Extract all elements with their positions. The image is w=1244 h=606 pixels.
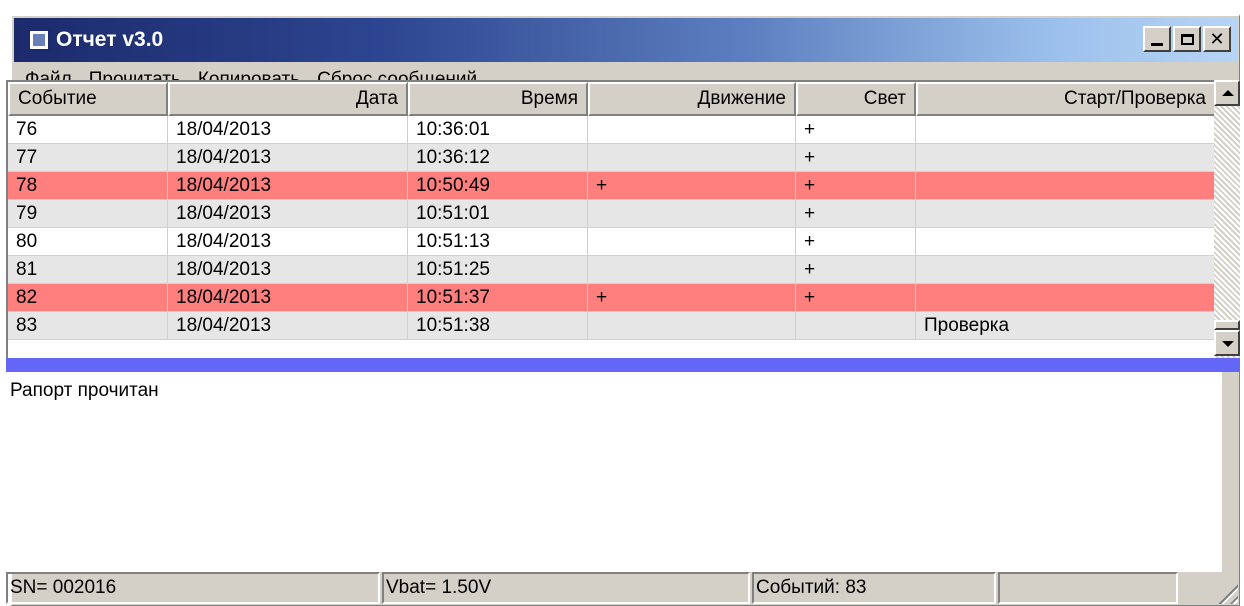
cell-date: 18/04/2013 (168, 116, 408, 144)
status-event-count: Событий: 83 (752, 572, 996, 604)
cell-date: 18/04/2013 (168, 228, 408, 256)
resize-grip-icon[interactable] (1214, 580, 1238, 604)
cell-date: 18/04/2013 (168, 312, 408, 340)
scroll-down-button[interactable] (1214, 330, 1240, 356)
cell-light: + (796, 172, 916, 200)
cell-light: + (796, 200, 916, 228)
status-extra-panel (998, 572, 1178, 604)
cell-motion (588, 144, 796, 172)
cell-event: 80 (8, 228, 168, 256)
arrow-down-icon (1222, 341, 1234, 347)
cell-time: 10:51:25 (408, 256, 588, 284)
cell-event: 79 (8, 200, 168, 228)
title-bar[interactable]: Отчет v3.0 ✕ (14, 18, 1237, 62)
table-scrollbar[interactable] (1214, 80, 1240, 358)
table-header: Событие Дата Время Движение Свет Старт/П… (8, 82, 1216, 116)
close-button[interactable]: ✕ (1203, 26, 1231, 52)
maximize-icon (1180, 33, 1194, 45)
column-header-time[interactable]: Время (408, 82, 588, 116)
cell-start-check (916, 200, 1216, 228)
column-header-date[interactable]: Дата (168, 82, 408, 116)
column-header-light[interactable]: Свет (796, 82, 916, 116)
cell-time: 10:51:37 (408, 284, 588, 312)
cell-event: 78 (8, 172, 168, 200)
table-row[interactable]: 81 18/04/2013 10:51:25 + (8, 256, 1216, 284)
maximize-button[interactable] (1173, 26, 1201, 52)
window-controls: ✕ (1143, 26, 1231, 52)
cell-time: 10:36:01 (408, 116, 588, 144)
cell-motion: + (588, 284, 796, 312)
table-row[interactable]: 78 18/04/2013 10:50:49 + + (8, 172, 1216, 200)
cell-date: 18/04/2013 (168, 256, 408, 284)
cell-light: + (796, 228, 916, 256)
minimize-icon (1151, 42, 1163, 46)
window-title: Отчет v3.0 (56, 28, 164, 51)
message-log[interactable]: Рапорт прочитан (6, 372, 1222, 572)
cell-start-check: Проверка (916, 312, 1216, 340)
cell-event: 82 (8, 284, 168, 312)
cell-start-check (916, 144, 1216, 172)
cell-motion: + (588, 172, 796, 200)
panel-splitter[interactable] (6, 358, 1240, 372)
cell-date: 18/04/2013 (168, 200, 408, 228)
cell-light: + (796, 256, 916, 284)
cell-motion (588, 116, 796, 144)
table-row[interactable]: 80 18/04/2013 10:51:13 + (8, 228, 1216, 256)
cell-light: + (796, 116, 916, 144)
table-row[interactable]: 79 18/04/2013 10:51:01 + (8, 200, 1216, 228)
log-message: Рапорт прочитан (10, 380, 159, 401)
cell-time: 10:51:13 (408, 228, 588, 256)
scroll-up-button[interactable] (1214, 80, 1240, 106)
cell-light: + (796, 284, 916, 312)
cell-event: 83 (8, 312, 168, 340)
status-serial-number: SN= 002016 (6, 572, 380, 604)
cell-motion (588, 228, 796, 256)
column-header-motion[interactable]: Движение (588, 82, 796, 116)
cell-time: 10:51:38 (408, 312, 588, 340)
cell-time: 10:51:01 (408, 200, 588, 228)
cell-time: 10:36:12 (408, 144, 588, 172)
cell-time: 10:50:49 (408, 172, 588, 200)
cell-date: 18/04/2013 (168, 284, 408, 312)
table-row[interactable]: 76 18/04/2013 10:36:01 + (8, 116, 1216, 144)
cell-date: 18/04/2013 (168, 144, 408, 172)
cell-start-check (916, 256, 1216, 284)
cell-event: 76 (8, 116, 168, 144)
cell-start-check (916, 284, 1216, 312)
cell-motion (588, 312, 796, 340)
column-header-start-check[interactable]: Старт/Проверка (916, 82, 1216, 116)
minimize-button[interactable] (1143, 26, 1171, 52)
cell-motion (588, 256, 796, 284)
arrow-up-icon (1222, 90, 1234, 96)
cell-light: + (796, 144, 916, 172)
column-header-event[interactable]: Событие (8, 82, 168, 116)
events-table[interactable]: Событие Дата Время Движение Свет Старт/П… (6, 80, 1224, 360)
cell-motion (588, 200, 796, 228)
cell-event: 81 (8, 256, 168, 284)
cell-light (796, 312, 916, 340)
status-bar: SN= 002016 Vbat= 1.50V Событий: 83 (6, 570, 1240, 606)
table-body: 76 18/04/2013 10:36:01 +77 18/04/2013 10:36:1… (8, 116, 1216, 340)
table-row[interactable]: 77 18/04/2013 10:36:12 + (8, 144, 1216, 172)
status-battery-voltage: Vbat= 1.50V (382, 572, 750, 604)
cell-date: 18/04/2013 (168, 172, 408, 200)
app-icon[interactable] (28, 29, 50, 51)
cell-start-check (916, 172, 1216, 200)
table-row[interactable]: 82 18/04/2013 10:51:37 + + (8, 284, 1216, 312)
scroll-thumb[interactable] (1214, 320, 1240, 330)
close-icon: ✕ (1209, 29, 1225, 49)
cell-start-check (916, 116, 1216, 144)
cell-start-check (916, 228, 1216, 256)
cell-event: 77 (8, 144, 168, 172)
table-row[interactable]: 83 18/04/2013 10:51:38 Проверка (8, 312, 1216, 340)
